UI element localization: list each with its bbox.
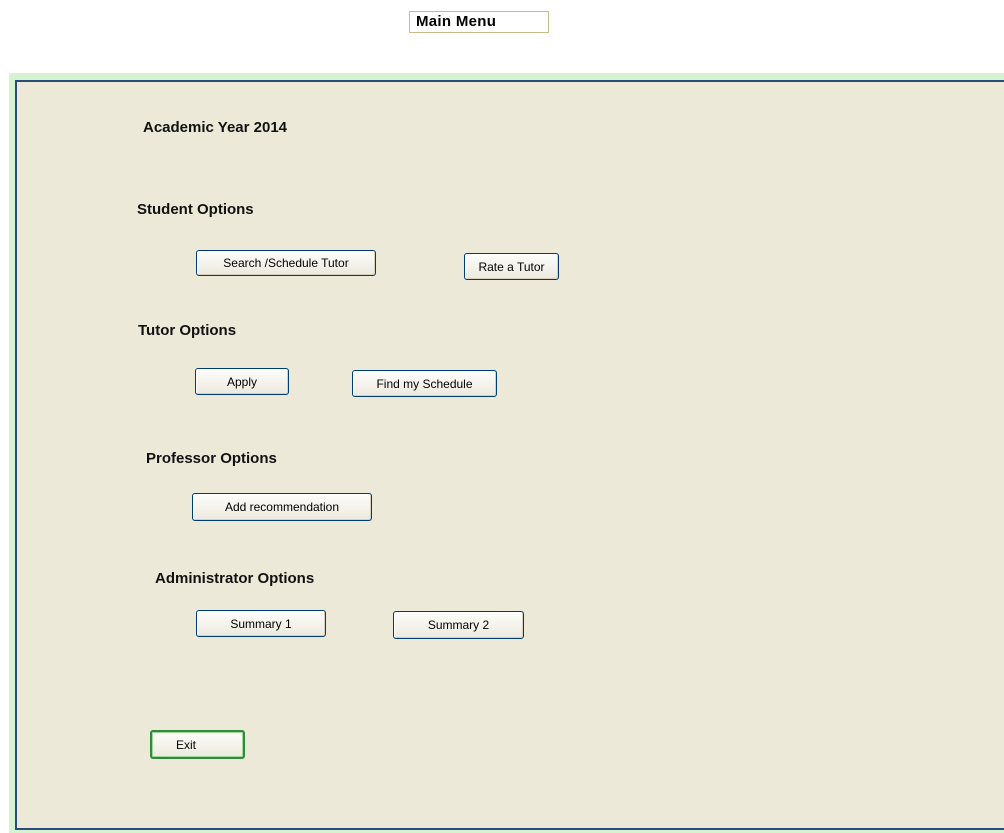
rate-tutor-button[interactable]: Rate a Tutor (464, 253, 559, 280)
add-recommendation-button[interactable]: Add recommendation (192, 493, 372, 521)
find-my-schedule-button[interactable]: Find my Schedule (352, 370, 497, 397)
tutor-options-heading: Tutor Options (138, 322, 237, 339)
academic-year-label: Academic Year 2014 (143, 119, 288, 136)
exit-button[interactable]: Exit (150, 730, 245, 759)
search-schedule-tutor-button[interactable]: Search /Schedule Tutor (196, 250, 376, 276)
window-title: Main Menu (409, 11, 549, 33)
apply-button[interactable]: Apply (195, 368, 289, 395)
summary-2-button[interactable]: Summary 2 (393, 611, 524, 639)
administrator-options-heading: Administrator Options (155, 570, 315, 587)
summary-1-button[interactable]: Summary 1 (196, 610, 326, 637)
main-menu-window: Main Menu Academic Year 2014 Student Opt… (0, 0, 1004, 833)
student-options-heading: Student Options (137, 201, 254, 218)
professor-options-heading: Professor Options (146, 450, 277, 467)
